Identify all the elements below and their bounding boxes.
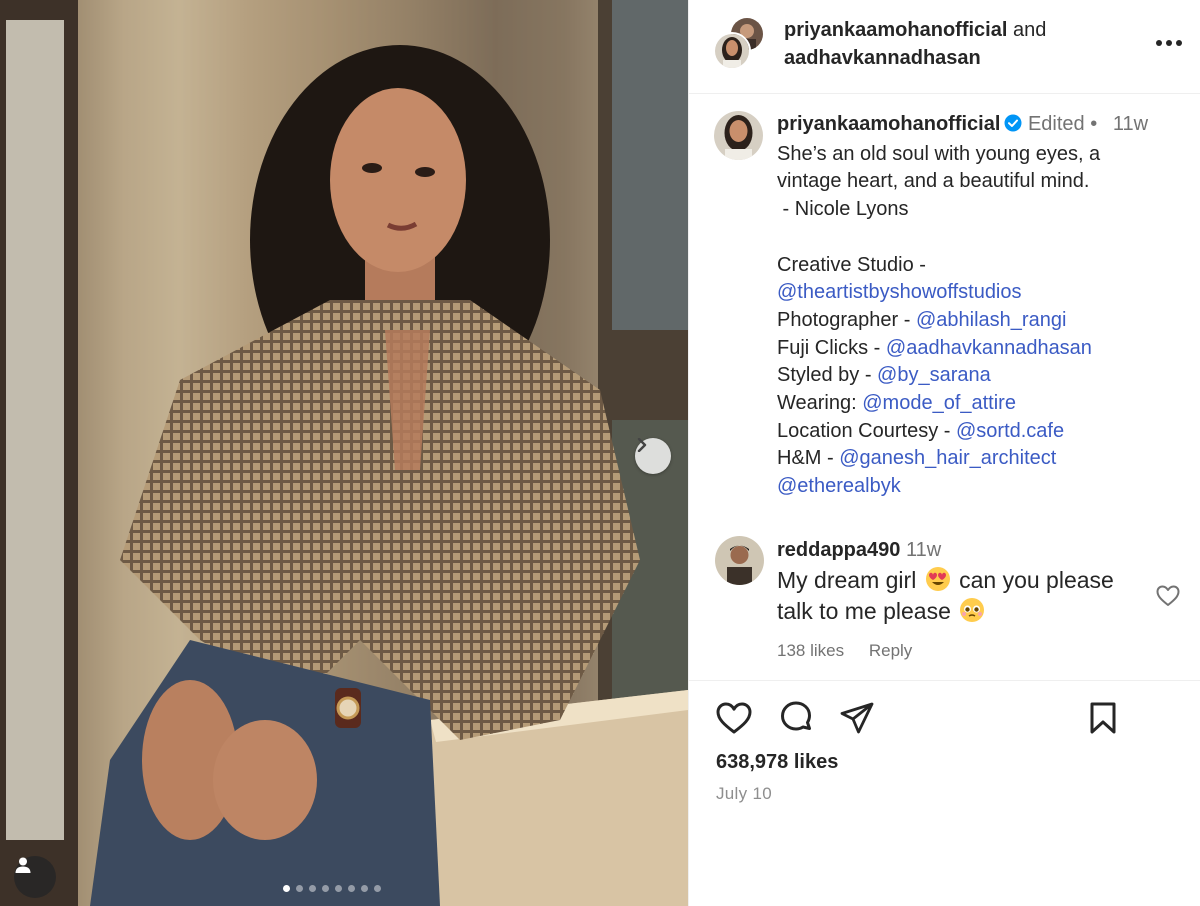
commenter-username[interactable]: reddappa490 <box>777 539 900 561</box>
author-avatar[interactable] <box>713 32 751 70</box>
credit-label: H&M - <box>777 447 834 470</box>
caption-author-avatar[interactable] <box>714 111 763 160</box>
credit-line: H&M - @ganesh_hair_architect <box>777 445 1187 473</box>
post-caption: priyankaamohanofficial Edited • 11w She’… <box>777 111 1187 501</box>
comment-text: My dream girl can you please talk to me … <box>777 565 1147 627</box>
carousel-dot <box>309 885 316 892</box>
mention-link[interactable]: @mode_of_attire <box>862 392 1016 414</box>
post-authors: priyankaamohanofficial and aadhavkannadh… <box>784 16 1046 72</box>
credit-line: Creative Studio - <box>777 252 1187 280</box>
carousel-indicator <box>283 885 381 892</box>
comment-text-part: My dream girl <box>777 567 917 593</box>
heart-eyes-emoji-icon <box>925 566 951 592</box>
carousel-dot <box>322 885 329 892</box>
collaborator-username[interactable]: aadhavkannadhasan <box>784 47 981 69</box>
credit-label: Fuji Clicks - <box>777 336 881 359</box>
post-header: priyankaamohanofficial and aadhavkannadh… <box>689 0 1200 94</box>
more-options-button[interactable] <box>1149 28 1189 58</box>
authors-joiner: and <box>1012 19 1047 41</box>
credit-label: Location Courtesy - <box>777 419 951 442</box>
post-likes-count[interactable]: 638,978 likes <box>716 751 838 774</box>
carousel-dot <box>348 885 355 892</box>
post-photo <box>0 0 688 906</box>
comment-timestamp[interactable]: 11w <box>906 539 941 561</box>
credit-line: Location Courtesy - @sortd.cafe <box>777 418 1187 446</box>
carousel-dot <box>296 885 303 892</box>
carousel-dot <box>361 885 368 892</box>
comment-likes-count[interactable]: 138 likes <box>777 641 844 660</box>
paper-plane-icon <box>840 702 874 734</box>
heart-outline-icon <box>1156 585 1180 606</box>
caption-text-line: She’s an old soul with young eyes, a <box>777 142 1101 165</box>
credit-label: Styled by - <box>777 364 872 387</box>
mention-link[interactable]: @abhilash_rangi <box>916 309 1066 331</box>
meta-separator: • <box>1090 113 1098 135</box>
like-button[interactable] <box>713 697 755 739</box>
mention-link[interactable]: @theartistbyshowoffstudios <box>777 281 1022 303</box>
caption-username[interactable]: priyankaamohanofficial <box>777 113 1000 135</box>
credit-label: Creative Studio - <box>777 253 926 276</box>
comment-button[interactable] <box>775 697 817 739</box>
save-button[interactable] <box>1082 697 1124 739</box>
mention-link[interactable]: @aadhavkannadhasan <box>886 337 1092 359</box>
caption-text-line: vintage heart, and a beautiful mind. <box>777 170 1090 193</box>
heart-icon <box>716 702 752 734</box>
credit-line: Wearing: @mode_of_attire <box>777 390 1187 418</box>
share-button[interactable] <box>836 697 878 739</box>
caption-text-line: - Nicole Lyons <box>777 198 909 221</box>
more-horizontal-icon <box>1156 40 1182 46</box>
mention-link[interactable]: @ganesh_hair_architect <box>839 447 1056 469</box>
post-actions-section: 638,978 likes July 10 <box>689 680 1200 906</box>
mention-link[interactable]: @sortd.cafe <box>956 420 1064 442</box>
pleading-face-emoji-icon <box>959 597 985 623</box>
edited-label: Edited <box>1027 113 1085 135</box>
verified-badge-icon <box>1004 113 1022 141</box>
credit-line: @etherealbyk <box>777 473 1187 501</box>
carousel-dot <box>374 885 381 892</box>
credit-line: Photographer - @abhilash_rangi <box>777 307 1187 335</box>
chevron-right-icon <box>637 438 647 452</box>
comment-bubble-icon <box>781 701 811 731</box>
post-date[interactable]: July 10 <box>716 784 772 804</box>
credit-line: @theartistbyshowoffstudios <box>777 279 1187 307</box>
commenter-avatar[interactable] <box>715 536 764 585</box>
comment-reply-button[interactable]: Reply <box>869 641 912 660</box>
credit-line: Fuji Clicks - @aadhavkannadhasan <box>777 335 1187 363</box>
post-details-panel: priyankaamohanofficial and aadhavkannadh… <box>688 0 1200 906</box>
credit-label: Photographer - <box>777 308 911 331</box>
caption-timestamp[interactable]: 11w <box>1113 113 1148 135</box>
mention-link[interactable]: @etherealbyk <box>777 475 901 497</box>
bookmark-icon <box>1090 702 1116 734</box>
comment-like-button[interactable] <box>1155 584 1183 610</box>
credit-line: Styled by - @by_sarana <box>777 362 1187 390</box>
post-media[interactable] <box>0 0 688 906</box>
credit-label: Wearing: <box>777 392 857 415</box>
carousel-dot <box>283 885 290 892</box>
carousel-dot <box>335 885 342 892</box>
tagged-users-button[interactable] <box>14 856 56 898</box>
user-icon <box>15 857 31 873</box>
comment: reddappa490 11w My dream girl can you pl… <box>777 537 1147 661</box>
mention-link[interactable]: @by_sarana <box>877 364 991 386</box>
author-username[interactable]: priyankaamohanofficial <box>784 19 1007 41</box>
next-slide-button[interactable] <box>635 438 671 474</box>
